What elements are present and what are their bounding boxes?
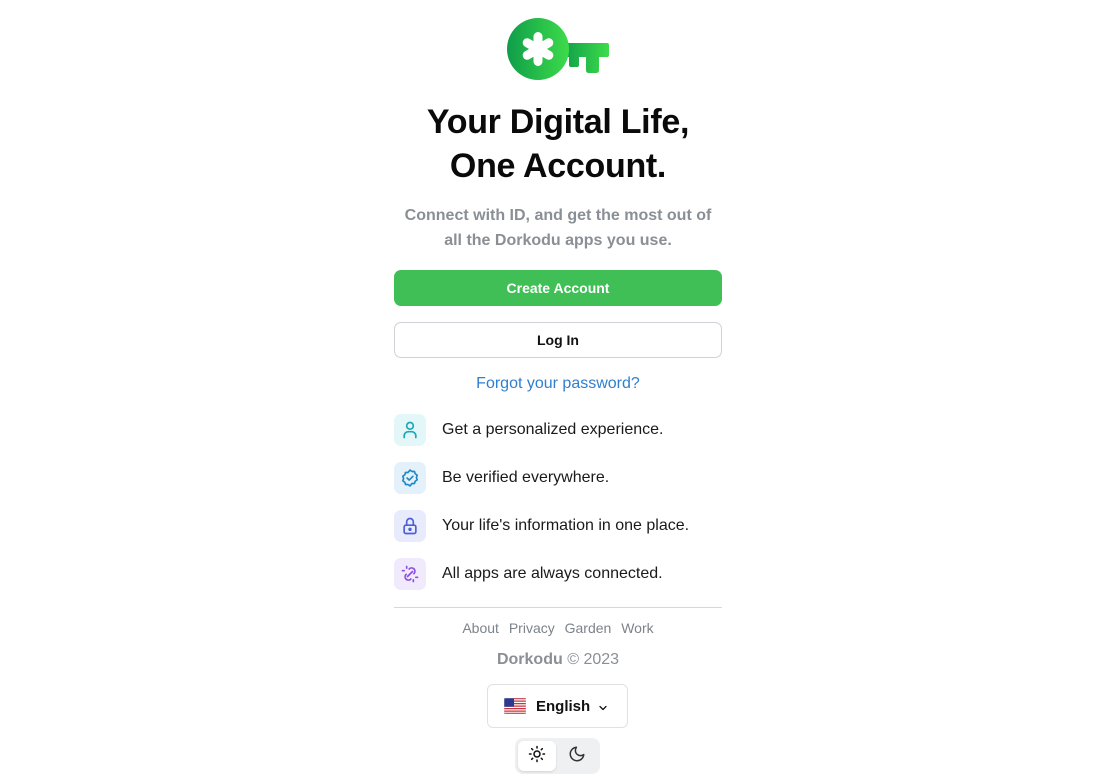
language-selector[interactable]: English — [487, 684, 628, 728]
copyright: Dorkodu © 2023 — [394, 651, 722, 669]
footer-link-privacy[interactable]: Privacy — [509, 620, 555, 636]
footer-divider — [394, 607, 722, 608]
feature-item-personalized: Get a personalized experience. — [394, 414, 734, 446]
moon-icon — [568, 745, 586, 768]
theme-toggle — [515, 738, 600, 774]
light-theme-button[interactable] — [518, 741, 556, 771]
chevron-down-icon — [597, 701, 609, 719]
lock-icon — [394, 510, 426, 542]
footer-link-garden[interactable]: Garden — [565, 620, 612, 636]
subtitle-line-1: Connect with ID, and get the most out of — [404, 207, 712, 224]
feature-text: All apps are always connected. — [442, 565, 663, 582]
copyright-year: © 2023 — [567, 651, 620, 668]
sun-icon — [528, 745, 546, 768]
page-title: Your Digital Life, One Account. — [349, 100, 767, 188]
feature-text: Your life's information in one place. — [442, 517, 690, 534]
dark-theme-button[interactable] — [558, 741, 596, 771]
title-line-2: One Account. — [449, 147, 667, 185]
copyright-brand: Dorkodu — [496, 651, 563, 668]
verified-badge-icon — [394, 462, 426, 494]
key-logo-icon — [507, 17, 609, 81]
user-icon — [394, 414, 426, 446]
footer-link-about[interactable]: About — [462, 620, 499, 636]
link-icon — [394, 558, 426, 590]
title-line-1: Your Digital Life, — [426, 103, 690, 141]
feature-text: Get a personalized experience. — [442, 421, 664, 438]
page-subtitle: Connect with ID, and get the most out of… — [379, 203, 737, 253]
forgot-password-link[interactable]: Forgot your password? — [394, 375, 722, 393]
feature-text: Be verified everywhere. — [442, 469, 610, 486]
language-label: English — [536, 698, 591, 715]
log-in-button[interactable]: Log In — [394, 322, 722, 358]
feature-item-one-place: Your life's information in one place. — [394, 510, 734, 542]
footer-link-work[interactable]: Work — [621, 620, 653, 636]
us-flag-icon — [503, 697, 527, 715]
subtitle-line-2: all the Dorkodu apps you use. — [444, 232, 672, 249]
feature-item-connected: All apps are always connected. — [394, 558, 734, 590]
create-account-button[interactable]: Create Account — [394, 270, 722, 306]
footer-links: About Privacy Garden Work — [394, 620, 722, 636]
feature-item-verified: Be verified everywhere. — [394, 462, 734, 494]
